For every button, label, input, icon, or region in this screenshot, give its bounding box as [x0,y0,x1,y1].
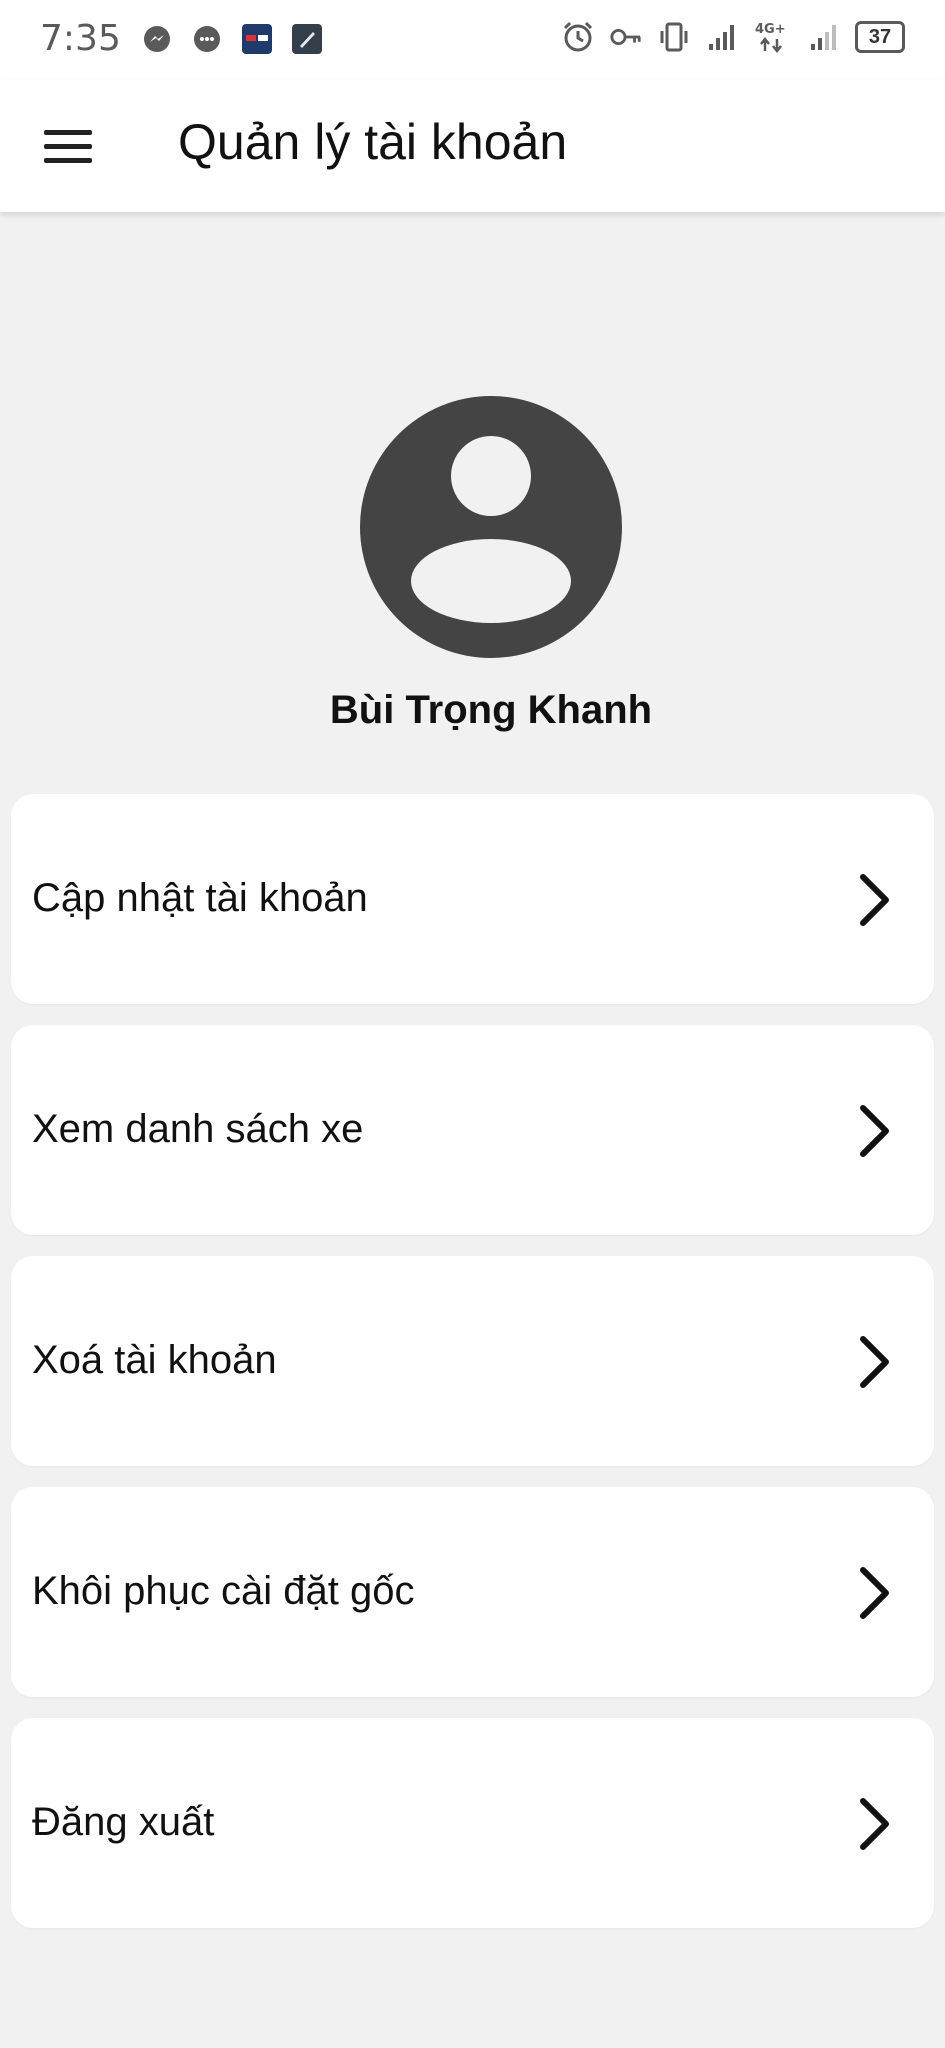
hamburger-menu-icon[interactable] [36,116,102,176]
menu-item-label: Khôi phục cài đặt gốc [32,1569,415,1613]
vehicle-list-item[interactable]: Xem danh sách xe [11,1025,934,1235]
logout-item[interactable]: Đăng xuất [11,1718,934,1928]
app-badge-icon [240,22,274,56]
menu-item-label: Xoá tài khoản [32,1338,277,1382]
vibrate-icon [657,20,691,54]
app-bar: Quản lý tài khoản [0,80,945,212]
alarm-icon [561,20,595,54]
factory-reset-item[interactable]: Khôi phục cài đặt gốc [11,1487,934,1697]
system-icons: 4G+ 37 [561,20,905,54]
network-4g-icon: 4G+ [753,20,793,54]
chevron-right-icon [860,1336,889,1388]
status-bar: 7:35 4G+ 37 [0,0,945,80]
account-circle-icon [360,396,622,658]
account-menu-list: Cập nhật tài khoản Xem danh sách xe Xoá … [11,794,934,1949]
signal-icon [705,20,739,54]
update-account-item[interactable]: Cập nhật tài khoản [11,794,934,1004]
chevron-right-icon [860,1798,889,1850]
signal-weak-icon [807,20,841,54]
messenger-icon [140,22,174,56]
page-title: Quản lý tài khoản [178,114,568,170]
notification-icons [140,22,324,56]
delete-account-item[interactable]: Xoá tài khoản [11,1256,934,1466]
chevron-right-icon [860,1105,889,1157]
vpn-key-icon [609,20,643,54]
menu-item-label: Xem danh sách xe [32,1107,364,1151]
chevron-right-icon [860,874,889,926]
editor-app-icon [290,22,324,56]
menu-item-label: Đăng xuất [32,1800,215,1844]
chat-bubble-icon [190,22,224,56]
battery-indicator: 37 [855,21,905,53]
network-label: 4G+ [755,22,786,37]
menu-item-label: Cập nhật tài khoản [32,876,368,920]
chevron-right-icon [860,1567,889,1619]
status-time: 7:35 [40,18,121,59]
user-name: Bùi Trọng Khanh [329,688,653,732]
